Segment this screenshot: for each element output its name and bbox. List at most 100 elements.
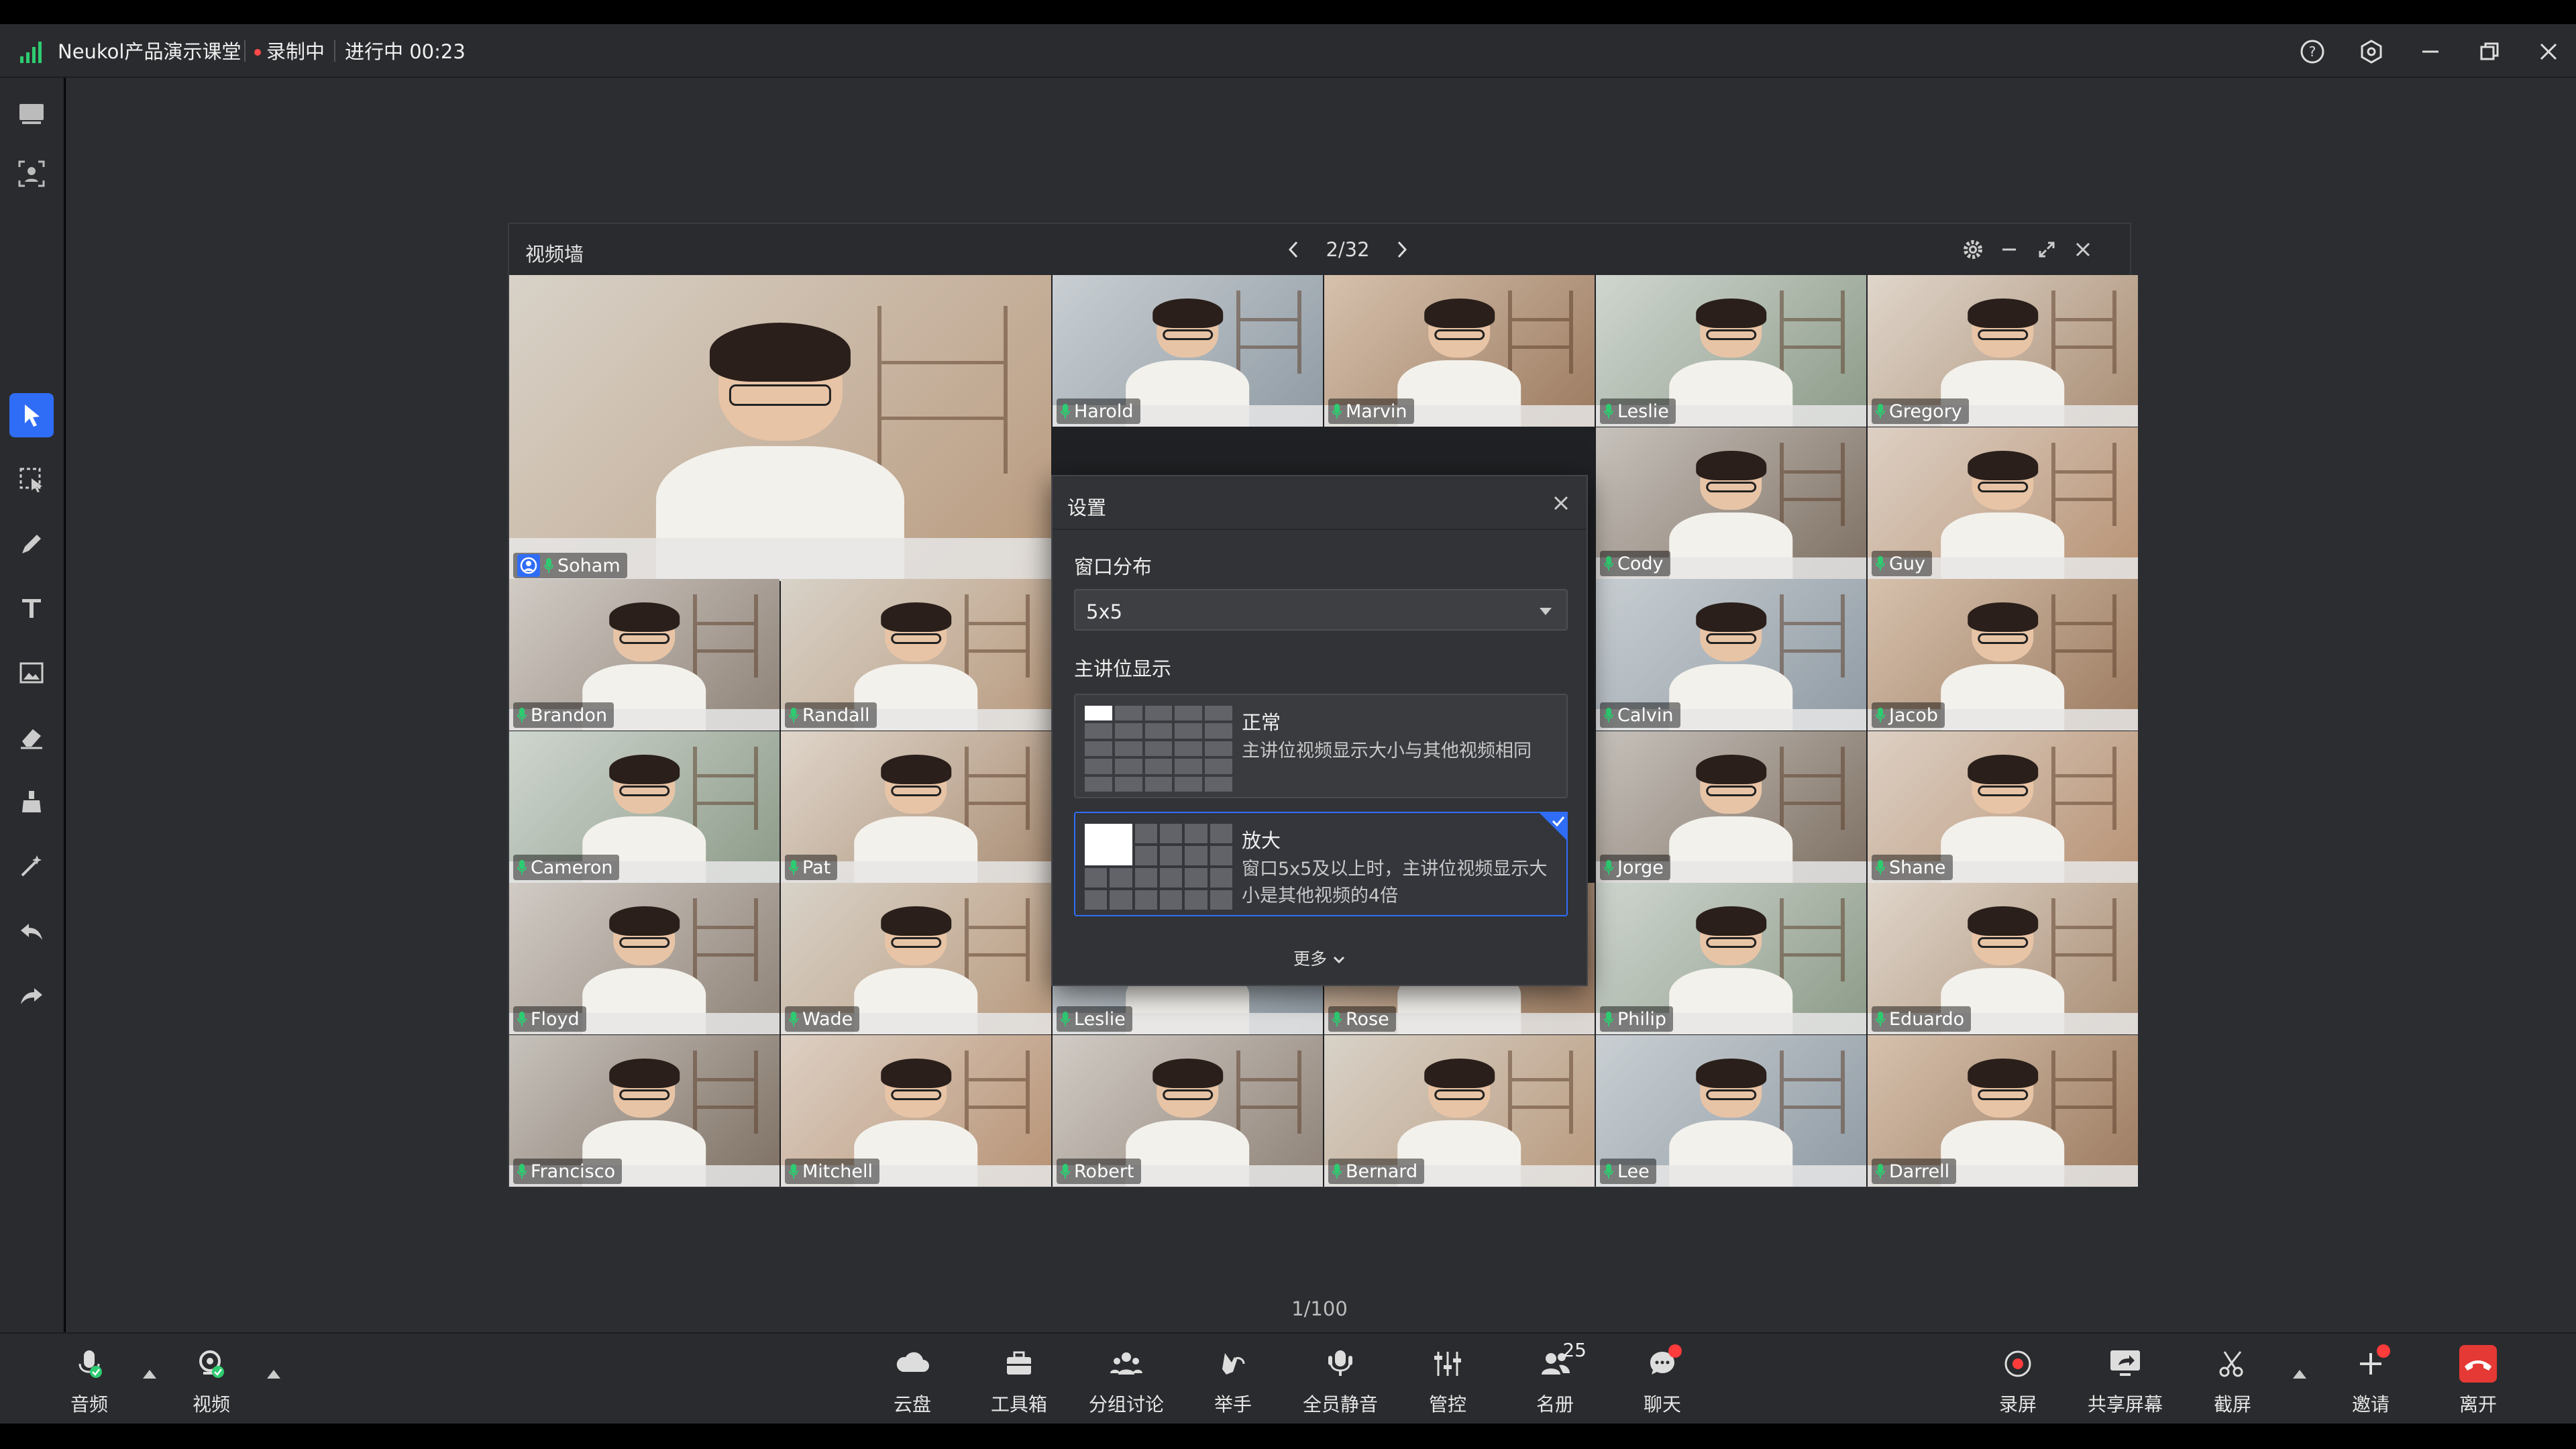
expand-menu-caret-icon[interactable] <box>143 1370 156 1379</box>
toolbar-button-chat[interactable]: 聊天 <box>1612 1340 1713 1418</box>
layout-select-value: 5x5 <box>1086 600 1123 623</box>
grid-normal-icon <box>1085 706 1232 792</box>
text-icon[interactable] <box>9 586 54 631</box>
toolbar-button-mute-all[interactable]: 全员静音 <box>1290 1340 1391 1418</box>
magic-wand-icon[interactable] <box>9 844 54 888</box>
participant-name-tag: Calvin <box>1600 702 1680 728</box>
video-tile[interactable]: Pat <box>781 731 1051 883</box>
video-tile[interactable]: Brandon <box>509 579 780 731</box>
restore-icon[interactable] <box>2474 36 2505 67</box>
roster-count: 25 <box>1562 1339 1587 1361</box>
pen-icon[interactable] <box>9 522 54 566</box>
gear-icon[interactable] <box>1958 235 1988 264</box>
video-tile[interactable]: Harold <box>1053 275 1323 427</box>
video-tile[interactable]: Leslie <box>1596 275 1866 427</box>
participant-name-tag: Philip <box>1600 1006 1674 1032</box>
participant-name: Philip <box>1617 1008 1667 1030</box>
selected-check-icon <box>1538 812 1568 841</box>
video-tile[interactable]: Cameron <box>509 731 780 883</box>
video-tile[interactable]: Mitchell <box>781 1035 1051 1187</box>
video-tile[interactable]: Guy <box>1868 427 2138 579</box>
layout-label: 窗口分布 <box>1074 555 1152 578</box>
minimize-window-icon[interactable] <box>1994 235 2024 264</box>
video-tile[interactable]: Jorge <box>1596 731 1866 883</box>
participant-name-tag: Brandon <box>513 702 614 728</box>
toolbar-button-roster[interactable]: 25 名册 <box>1505 1339 1605 1418</box>
mic-on-icon <box>517 1164 527 1179</box>
video-tile[interactable]: Francisco <box>509 1035 780 1187</box>
close-window-icon[interactable] <box>2068 235 2098 264</box>
toolbar-button-leave-phone[interactable]: 离开 <box>2428 1340 2528 1418</box>
undo-icon[interactable] <box>9 908 54 953</box>
video-tile[interactable]: Robert <box>1053 1035 1323 1187</box>
toolbar-button-screenshot[interactable]: 截屏 <box>2182 1340 2283 1418</box>
speaker-display-label: 主讲位显示 <box>1074 657 1172 680</box>
help-icon[interactable]: ? <box>2297 36 2328 67</box>
participant-name-tag: Marvin <box>1328 398 1414 424</box>
face-frame-icon[interactable] <box>9 152 54 196</box>
video-tile[interactable]: Cody <box>1596 427 1866 579</box>
toolbar-button-control-sliders[interactable]: 管控 <box>1397 1340 1498 1418</box>
toolbar-button-toolbox[interactable]: 工具箱 <box>969 1340 1069 1418</box>
app-title: Neukol产品演示课堂 <box>58 40 241 63</box>
settings-hex-icon[interactable] <box>2356 36 2387 67</box>
prev-page-icon[interactable] <box>1285 239 1301 260</box>
dialog-title: 设置 <box>1067 496 1107 519</box>
chevron-down-icon <box>1333 956 1345 964</box>
more-link[interactable]: 更多 <box>1053 946 1587 970</box>
video-tile[interactable]: Shane <box>1868 731 2138 883</box>
participant-name-tag: Pat <box>785 855 838 880</box>
toolbar-button-cloud[interactable]: 云盘 <box>862 1340 963 1418</box>
pointer-icon[interactable] <box>9 393 54 437</box>
video-tile[interactable]: Floyd <box>509 883 780 1034</box>
option-normal[interactable]: 正常 主讲位视频显示大小与其他视频相同 <box>1074 694 1568 798</box>
video-tile[interactable]: Calvin <box>1596 579 1866 731</box>
participant-name: Bernard <box>1346 1161 1418 1182</box>
toolbar-button-camera[interactable]: 视频 <box>161 1340 262 1418</box>
clear-icon[interactable] <box>9 780 54 824</box>
toolbar-button-group[interactable]: 分组讨论 <box>1076 1340 1177 1418</box>
close-icon[interactable] <box>2533 36 2564 67</box>
participant-name-tag: Robert <box>1057 1159 1141 1184</box>
participant-name-tag: Floyd <box>513 1006 586 1032</box>
layout-select[interactable]: 5x5 <box>1074 589 1568 631</box>
redo-icon[interactable] <box>9 973 54 1017</box>
expand-menu-caret-icon[interactable] <box>267 1370 280 1379</box>
video-tile[interactable]: Eduardo <box>1868 883 2138 1034</box>
record-icon <box>1994 1340 2041 1387</box>
video-tile[interactable]: Marvin <box>1324 275 1595 427</box>
mic-on-icon <box>1604 1164 1613 1179</box>
select-icon[interactable] <box>9 458 54 502</box>
video-tile[interactable]: Gregory <box>1868 275 2138 427</box>
video-tile[interactable]: Lee <box>1596 1035 1866 1187</box>
dialog-close-icon[interactable] <box>1549 491 1573 515</box>
eraser-icon[interactable] <box>9 715 54 759</box>
image-icon[interactable] <box>9 651 54 695</box>
fullscreen-icon[interactable] <box>2032 235 2061 264</box>
video-tile[interactable]: Jacob <box>1868 579 2138 731</box>
whiteboard-icon[interactable] <box>9 93 54 137</box>
next-page-icon[interactable] <box>1394 239 1410 260</box>
video-tile[interactable]: Bernard <box>1324 1035 1595 1187</box>
screenshot-icon <box>2209 1340 2256 1387</box>
option-enlarge[interactable]: 放大 窗口5x5及以上时，主讲位视频显示大小是其他视频的4倍 <box>1074 812 1568 916</box>
video-tile[interactable]: Darrell <box>1868 1035 2138 1187</box>
mic-on-icon <box>1604 1012 1613 1026</box>
toolbar-button-record[interactable]: 录屏 <box>1968 1340 2068 1418</box>
participant-name: Leslie <box>1617 400 1669 422</box>
main-speaker-tile[interactable]: Soham <box>509 275 1051 581</box>
video-tile[interactable]: Randall <box>781 579 1051 731</box>
toolbar-button-raise-hand[interactable]: 举手 <box>1183 1340 1283 1418</box>
toolbar-button-share-screen[interactable]: 共享屏幕 <box>2075 1340 2176 1418</box>
participant-name-tag: Jorge <box>1600 855 1670 880</box>
participant-name: Calvin <box>1617 704 1674 726</box>
mic-on-icon <box>1876 556 1885 571</box>
participant-name: Harold <box>1074 400 1134 422</box>
toolbar-button-microphone[interactable]: 音频 <box>39 1340 140 1418</box>
minimize-icon[interactable] <box>2415 36 2446 67</box>
toolbar-button-invite-plus[interactable]: 邀请 <box>2320 1340 2421 1418</box>
bottom-toolbar: 音频 视频 云盘 工具箱 分组讨论 举手 全员静音 管控 25 名册 聊天 录屏 共享屏幕 截屏 邀请 离开 <box>0 1332 2576 1424</box>
video-tile[interactable]: Wade <box>781 883 1051 1034</box>
expand-menu-caret-icon[interactable] <box>2293 1370 2306 1379</box>
video-tile[interactable]: Philip <box>1596 883 1866 1034</box>
